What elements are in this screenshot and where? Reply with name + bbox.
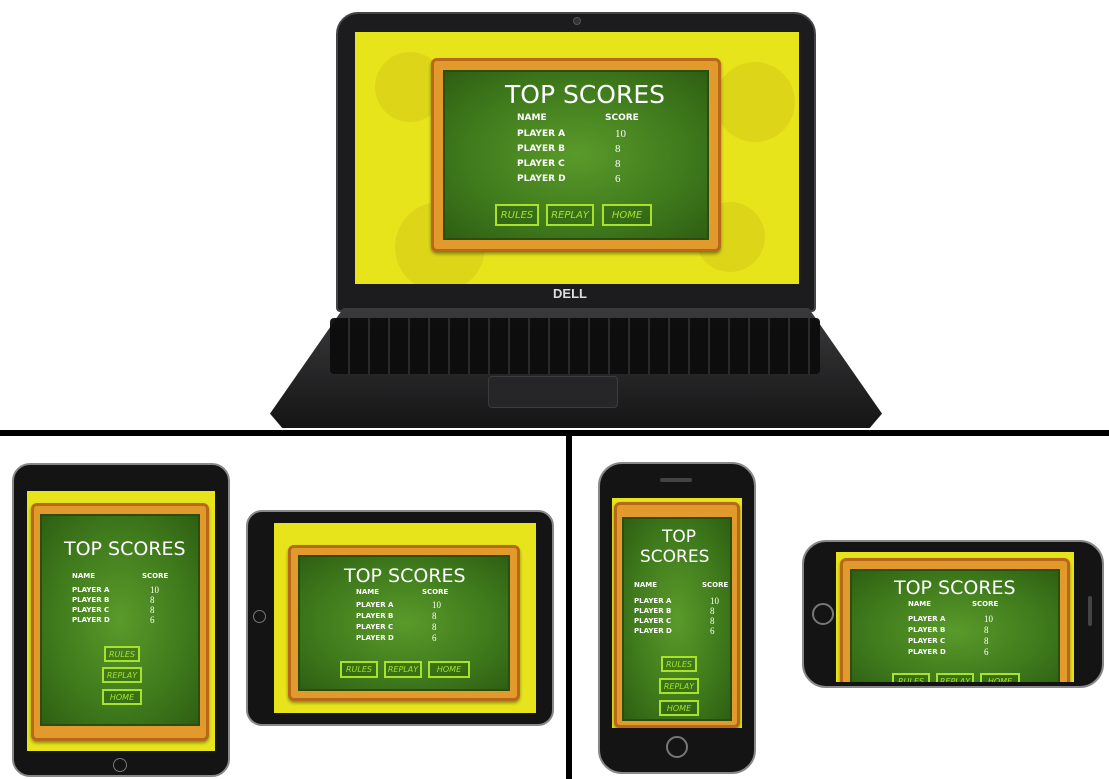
- score-header: SCORE: [142, 572, 169, 580]
- home-button[interactable]: HOME: [980, 673, 1020, 682]
- score-frame: TOP SCORES NAME SCORE PLAYER A 10 PLAYER…: [431, 58, 721, 252]
- player-score: 8: [710, 606, 715, 616]
- player-name: PLAYER D: [72, 616, 110, 624]
- home-button[interactable]: HOME: [602, 204, 652, 226]
- player-name: PLAYER A: [72, 586, 110, 594]
- player-name: PLAYER C: [517, 159, 565, 169]
- player-name: PLAYER C: [356, 623, 394, 631]
- player-score: 8: [984, 636, 989, 646]
- tablet-portrait-home-button[interactable]: [113, 758, 127, 772]
- name-header: NAME: [908, 600, 932, 608]
- player-score: 6: [432, 633, 437, 643]
- player-name: PLAYER D: [634, 627, 672, 635]
- page-title: TOP SCORES: [505, 80, 666, 109]
- player-score: 8: [150, 595, 155, 605]
- laptop-screen: TOP SCORES NAME SCORE PLAYER A 10 PLAYER…: [355, 32, 799, 284]
- rules-button[interactable]: RULES: [495, 204, 539, 226]
- name-header: NAME: [634, 581, 658, 589]
- laptop-keyboard: [330, 318, 820, 374]
- score-frame: TOP SCORES NAME SCORE PLAYER A 10 PLAYER…: [614, 502, 740, 728]
- player-name: PLAYER B: [356, 612, 394, 620]
- player-score: 8: [432, 611, 437, 621]
- player-score: 8: [150, 605, 155, 615]
- player-score: 8: [984, 625, 989, 635]
- phone-portrait-screen: TOP SCORES NAME SCORE PLAYER A 10 PLAYER…: [612, 498, 742, 728]
- player-name: PLAYER D: [356, 634, 394, 642]
- rules-button[interactable]: RULES: [661, 656, 697, 672]
- player-name: PLAYER A: [908, 615, 946, 623]
- player-name: PLAYER A: [517, 129, 566, 139]
- phone-landscape-home-button[interactable]: [812, 603, 834, 625]
- score-frame: TOP SCORES NAME SCORE PLAYER A 10 PLAYER…: [31, 503, 209, 741]
- phone-landscape-speaker: [1088, 596, 1092, 626]
- player-name: PLAYER A: [634, 597, 672, 605]
- tablet-landscape-home-button[interactable]: [253, 610, 266, 623]
- phone-portrait-home-button[interactable]: [666, 736, 688, 758]
- divider-horizontal: [0, 430, 1109, 436]
- divider-vertical: [566, 430, 572, 779]
- score-header: SCORE: [972, 600, 999, 608]
- tablet-portrait-screen: TOP SCORES NAME SCORE PLAYER A 10 PLAYER…: [27, 491, 215, 751]
- home-button[interactable]: HOME: [102, 689, 142, 705]
- page-title: TOP SCORES: [344, 565, 466, 587]
- replay-button[interactable]: REPLAY: [936, 673, 974, 682]
- player-name: PLAYER B: [72, 596, 110, 604]
- score-header: SCORE: [702, 581, 729, 589]
- player-score: 6: [615, 173, 621, 185]
- chalkboard: TOP SCORES NAME SCORE PLAYER A 10 PLAYER…: [850, 569, 1060, 682]
- player-score: 10: [984, 614, 993, 624]
- player-score: 10: [432, 600, 441, 610]
- phone-portrait-speaker: [660, 478, 692, 482]
- home-button[interactable]: HOME: [659, 700, 699, 716]
- player-score: 8: [615, 158, 621, 170]
- replay-button[interactable]: REPLAY: [546, 204, 594, 226]
- page-title: TOP SCORES: [64, 538, 186, 560]
- player-name: PLAYER B: [634, 607, 672, 615]
- rules-button[interactable]: RULES: [340, 661, 378, 678]
- player-name: PLAYER D: [908, 648, 946, 656]
- player-name: PLAYER C: [908, 637, 946, 645]
- score-header: SCORE: [605, 113, 639, 123]
- player-name: PLAYER B: [517, 144, 566, 154]
- laptop-camera: [573, 17, 581, 25]
- name-header: NAME: [517, 113, 547, 123]
- player-score: 10: [615, 128, 626, 140]
- tablet-landscape-screen: TOP SCORES NAME SCORE PLAYER A 10 PLAYER…: [274, 523, 536, 713]
- player-score: 6: [710, 626, 715, 636]
- player-score: 10: [150, 585, 159, 595]
- player-name: PLAYER D: [517, 174, 566, 184]
- home-button[interactable]: HOME: [428, 661, 470, 678]
- player-score: 8: [432, 622, 437, 632]
- player-score: 6: [984, 647, 989, 657]
- page-title-line2: SCORES: [640, 547, 710, 567]
- phone-landscape-screen: TOP SCORES NAME SCORE PLAYER A 10 PLAYER…: [836, 552, 1074, 682]
- page-title-line1: TOP: [662, 527, 697, 547]
- player-score: 8: [615, 143, 621, 155]
- rules-button[interactable]: RULES: [104, 646, 140, 662]
- score-frame: TOP SCORES NAME SCORE PLAYER A 10 PLAYER…: [840, 558, 1070, 682]
- chalkboard: TOP SCORES NAME SCORE PLAYER A 10 PLAYER…: [298, 555, 510, 691]
- name-header: NAME: [72, 572, 96, 580]
- chalkboard: TOP SCORES NAME SCORE PLAYER A 10 PLAYER…: [622, 517, 732, 721]
- replay-button[interactable]: REPLAY: [102, 667, 142, 683]
- player-name: PLAYER B: [908, 626, 946, 634]
- player-score: 8: [710, 616, 715, 626]
- laptop-logo: DELL: [553, 286, 587, 301]
- player-score: 6: [150, 615, 155, 625]
- score-frame: TOP SCORES NAME SCORE PLAYER A 10 PLAYER…: [288, 545, 520, 701]
- chalkboard: TOP SCORES NAME SCORE PLAYER A 10 PLAYER…: [443, 70, 709, 240]
- chalkboard: TOP SCORES NAME SCORE PLAYER A 10 PLAYER…: [40, 514, 200, 726]
- replay-button[interactable]: REPLAY: [384, 661, 422, 678]
- replay-button[interactable]: REPLAY: [659, 678, 699, 694]
- laptop-trackpad[interactable]: [488, 376, 618, 408]
- rules-button[interactable]: RULES: [892, 673, 930, 682]
- player-name: PLAYER C: [634, 617, 672, 625]
- name-header: NAME: [356, 588, 380, 596]
- page-title: TOP SCORES: [894, 577, 1016, 599]
- player-score: 10: [710, 596, 719, 606]
- player-name: PLAYER C: [72, 606, 110, 614]
- player-name: PLAYER A: [356, 601, 394, 609]
- score-header: SCORE: [422, 588, 449, 596]
